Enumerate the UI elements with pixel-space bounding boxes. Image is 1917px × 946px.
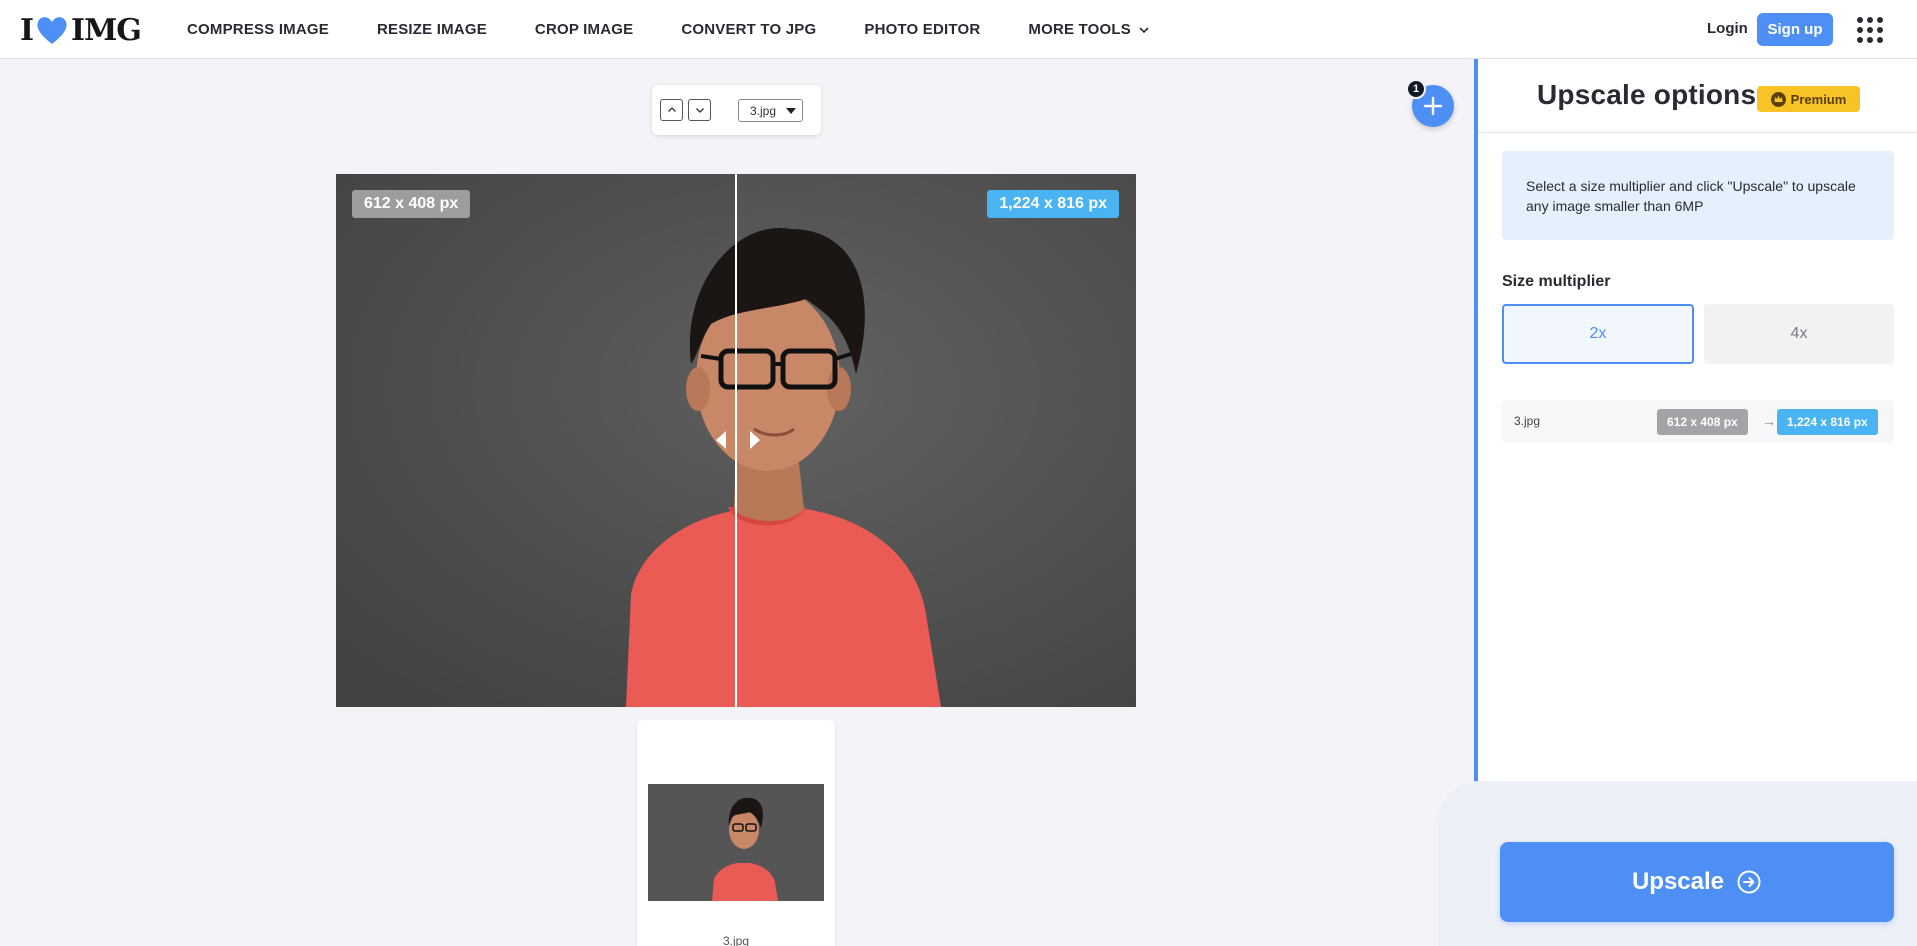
next-file-button[interactable] [688,99,711,121]
upscaled-size-badge: 1,224 x 816 px [987,190,1119,218]
slider-left-arrow-icon[interactable] [716,431,726,449]
size-multiplier-label: Size multiplier [1502,273,1611,290]
multiplier-2x-button[interactable]: 2x [1502,304,1694,364]
main-nav: COMPRESS IMAGE RESIZE IMAGE CROP IMAGE C… [187,0,1197,59]
thumbnail-image [648,784,824,901]
crown-icon [1770,91,1786,107]
panel-divider [1478,132,1917,133]
target-size-badge: 1,224 x 816 px [1777,409,1878,435]
file-size-row: 3.jpg 612 x 408 px → 1,224 x 816 px [1502,400,1894,443]
file-navigation-toolbar: 3.jpg [652,85,821,135]
upscale-button-label: Upscale [1631,868,1725,895]
file-select-dropdown[interactable]: 3.jpg [738,99,803,122]
compare-slider-line[interactable] [735,174,737,707]
premium-badge: Premium [1757,86,1860,112]
original-size-badge: 612 x 408 px [352,190,471,218]
top-header: I IMG COMPRESS IMAGE RESIZE IMAGE CROP I… [0,0,1917,59]
image-compare-view[interactable]: 612 x 408 px 1,224 x 816 px [336,174,1136,707]
file-select-value: 3.jpg [750,103,777,118]
upscale-options-panel: Upscale options Premium Select a size mu… [1438,59,1917,946]
nav-photo-editor[interactable]: PHOTO EDITOR [864,21,980,38]
nav-crop-image[interactable]: CROP IMAGE [535,21,633,38]
file-count-badge: 1 [1406,79,1426,99]
source-size-badge: 612 x 408 px [1657,409,1748,435]
chevron-down-icon [695,108,704,113]
login-link[interactable]: Login [1707,20,1748,37]
nav-resize-image[interactable]: RESIZE IMAGE [377,21,487,38]
panel-title: Upscale options [1537,79,1757,110]
plus-icon [1423,96,1443,116]
logo[interactable]: I IMG [20,12,142,48]
chevron-down-icon [1139,26,1149,33]
info-message: Select a size multiplier and click "Upsc… [1502,151,1894,240]
chevron-up-icon [667,107,676,112]
multiplier-4x-button[interactable]: 4x [1704,304,1894,364]
premium-label: Premium [1790,91,1847,107]
nav-more-tools-label: MORE TOOLS [1028,21,1131,38]
apps-grid-icon[interactable] [1857,17,1883,43]
logo-text-right: IMG [71,12,142,48]
signup-button[interactable]: Sign up [1757,13,1833,46]
upscale-button[interactable]: Upscale [1500,842,1894,922]
arrow-right-icon: → [1762,413,1776,429]
file-thumbnail-card[interactable]: 3.jpg [637,720,835,946]
nav-more-tools[interactable]: MORE TOOLS [1028,21,1149,38]
logo-text-left: I [20,12,34,48]
slider-right-arrow-icon[interactable] [750,431,760,449]
heart-icon [37,17,67,44]
nav-compress-image[interactable]: COMPRESS IMAGE [187,21,329,38]
caret-down-icon [786,108,796,114]
nav-convert-to-jpg[interactable]: CONVERT TO JPG [681,21,816,38]
previous-file-button[interactable] [660,99,683,121]
file-row-name: 3.jpg [1514,414,1541,428]
arrow-circle-right-icon [1737,870,1761,894]
thumbnail-filename: 3.jpg [722,934,750,946]
